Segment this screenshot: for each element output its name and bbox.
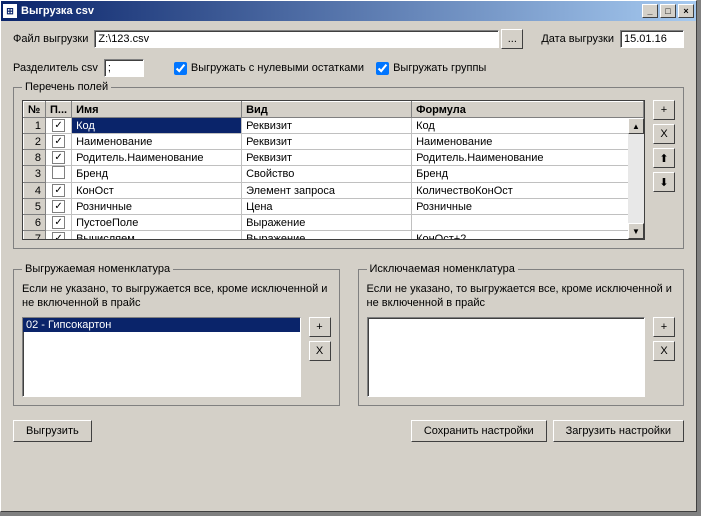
table-row[interactable]: 5✓РозничныеЦенаРозничные [24, 199, 644, 215]
close-button[interactable]: × [678, 4, 694, 18]
row-name[interactable]: ПустоеПоле [72, 215, 242, 231]
table-row[interactable]: 1✓КодРеквизитКод [24, 118, 644, 134]
include-hint: Если не указано, то выгружается все, кро… [22, 282, 331, 311]
exclude-groupbox: Если не указано, то выгружается все, кро… [358, 269, 685, 406]
table-row[interactable]: 7✓ВычисляемВыражениеКонОст+2 [24, 231, 644, 241]
table-row[interactable]: 8✓Родитель.НаименованиеРеквизитРодитель.… [24, 150, 644, 166]
file-path-input[interactable] [94, 30, 499, 48]
row-name[interactable]: КонОст [72, 183, 242, 199]
include-listbox[interactable]: 02 - Гипсокартон [22, 317, 301, 397]
col-name[interactable]: Имя [72, 102, 242, 118]
row-kind[interactable]: Элемент запроса [242, 183, 412, 199]
row-enabled[interactable]: ✓ [46, 118, 72, 134]
row-num: 8 [24, 150, 46, 166]
row-enabled[interactable] [46, 166, 72, 183]
row-name[interactable]: Розничные [72, 199, 242, 215]
main-window: ⊞ Выгрузка csv _ □ × Файл выгрузки ... Д… [0, 0, 697, 512]
remove-field-button[interactable]: X [653, 124, 675, 144]
table-row[interactable]: 6✓ПустоеПолеВыражение [24, 215, 644, 231]
col-num[interactable]: № [24, 102, 46, 118]
row-kind[interactable]: Цена [242, 199, 412, 215]
row-kind[interactable]: Реквизит [242, 150, 412, 166]
row-kind[interactable]: Свойство [242, 166, 412, 183]
row-formula[interactable]: Наименование [412, 134, 644, 150]
groups-checkbox[interactable]: Выгружать группы [376, 62, 486, 75]
table-scrollbar[interactable]: ▲ ▼ [628, 118, 644, 239]
fields-table[interactable]: № П... Имя Вид Формула 1✓КодРеквизитКод2… [22, 100, 645, 240]
row-num: 6 [24, 215, 46, 231]
row-enabled[interactable]: ✓ [46, 183, 72, 199]
move-up-button[interactable]: ⬆ [653, 148, 675, 168]
zero-balance-checkbox[interactable]: Выгружать с нулевыми остатками [174, 62, 364, 75]
date-label: Дата выгрузки [541, 33, 614, 45]
row-num: 1 [24, 118, 46, 134]
row-kind[interactable]: Выражение [242, 231, 412, 241]
scroll-up-icon[interactable]: ▲ [628, 118, 644, 134]
add-field-button[interactable]: + [653, 100, 675, 120]
row-num: 5 [24, 199, 46, 215]
row-formula[interactable]: Розничные [412, 199, 644, 215]
exclude-listbox[interactable] [367, 317, 646, 397]
col-kind[interactable]: Вид [242, 102, 412, 118]
row-kind[interactable]: Реквизит [242, 134, 412, 150]
title-bar: ⊞ Выгрузка csv _ □ × [1, 1, 696, 21]
include-add-button[interactable]: + [309, 317, 331, 337]
row-name[interactable]: Код [72, 118, 242, 134]
window-title: Выгрузка csv [21, 5, 642, 17]
table-row[interactable]: 2✓НаименованиеРеквизитНаименование [24, 134, 644, 150]
row-enabled[interactable]: ✓ [46, 231, 72, 241]
fields-groupbox: № П... Имя Вид Формула 1✓КодРеквизитКод2… [13, 87, 684, 249]
row-formula[interactable] [412, 215, 644, 231]
maximize-button[interactable]: □ [660, 4, 676, 18]
minimize-button[interactable]: _ [642, 4, 658, 18]
row-num: 2 [24, 134, 46, 150]
exclude-add-button[interactable]: + [653, 317, 675, 337]
row-formula[interactable]: КоличествоКонОст [412, 183, 644, 199]
content-area: Файл выгрузки ... Дата выгрузки Разделит… [1, 21, 696, 450]
groups-label: Выгружать группы [393, 62, 486, 74]
date-input[interactable] [620, 30, 684, 48]
row-formula[interactable]: Код [412, 118, 644, 134]
load-settings-button[interactable]: Загрузить настройки [553, 420, 684, 442]
row-name[interactable]: Вычисляем [72, 231, 242, 241]
col-enabled[interactable]: П... [46, 102, 72, 118]
exclude-remove-button[interactable]: X [653, 341, 675, 361]
row-enabled[interactable]: ✓ [46, 199, 72, 215]
row-formula[interactable]: КонОст+2 [412, 231, 644, 241]
table-row[interactable]: 4✓КонОстЭлемент запросаКоличествоКонОст [24, 183, 644, 199]
delimiter-input[interactable] [104, 59, 144, 77]
row-name[interactable]: Родитель.Наименование [72, 150, 242, 166]
include-groupbox: Если не указано, то выгружается все, кро… [13, 269, 340, 406]
row-num: 3 [24, 166, 46, 183]
row-kind[interactable]: Реквизит [242, 118, 412, 134]
row-formula[interactable]: Родитель.Наименование [412, 150, 644, 166]
app-icon: ⊞ [3, 4, 17, 18]
row-kind[interactable]: Выражение [242, 215, 412, 231]
row-formula[interactable]: Бренд [412, 166, 644, 183]
row-num: 7 [24, 231, 46, 241]
row-enabled[interactable]: ✓ [46, 150, 72, 166]
include-remove-button[interactable]: X [309, 341, 331, 361]
row-enabled[interactable]: ✓ [46, 134, 72, 150]
file-label: Файл выгрузки [13, 33, 88, 45]
row-name[interactable]: Наименование [72, 134, 242, 150]
table-row[interactable]: 3 БрендСвойствоБренд [24, 166, 644, 183]
exclude-hint: Если не указано, то выгружается все, кро… [367, 282, 676, 311]
row-num: 4 [24, 183, 46, 199]
delimiter-label: Разделитель csv [13, 62, 98, 74]
window-controls: _ □ × [642, 4, 694, 18]
save-settings-button[interactable]: Сохранить настройки [411, 420, 547, 442]
scroll-down-icon[interactable]: ▼ [628, 223, 644, 239]
row-name[interactable]: Бренд [72, 166, 242, 183]
col-formula[interactable]: Формула [412, 102, 644, 118]
browse-button[interactable]: ... [501, 29, 523, 49]
export-button[interactable]: Выгрузить [13, 420, 92, 442]
move-down-button[interactable]: ⬇ [653, 172, 675, 192]
zero-balance-label: Выгружать с нулевыми остатками [191, 62, 364, 74]
list-item[interactable]: 02 - Гипсокартон [23, 318, 300, 332]
row-enabled[interactable]: ✓ [46, 215, 72, 231]
